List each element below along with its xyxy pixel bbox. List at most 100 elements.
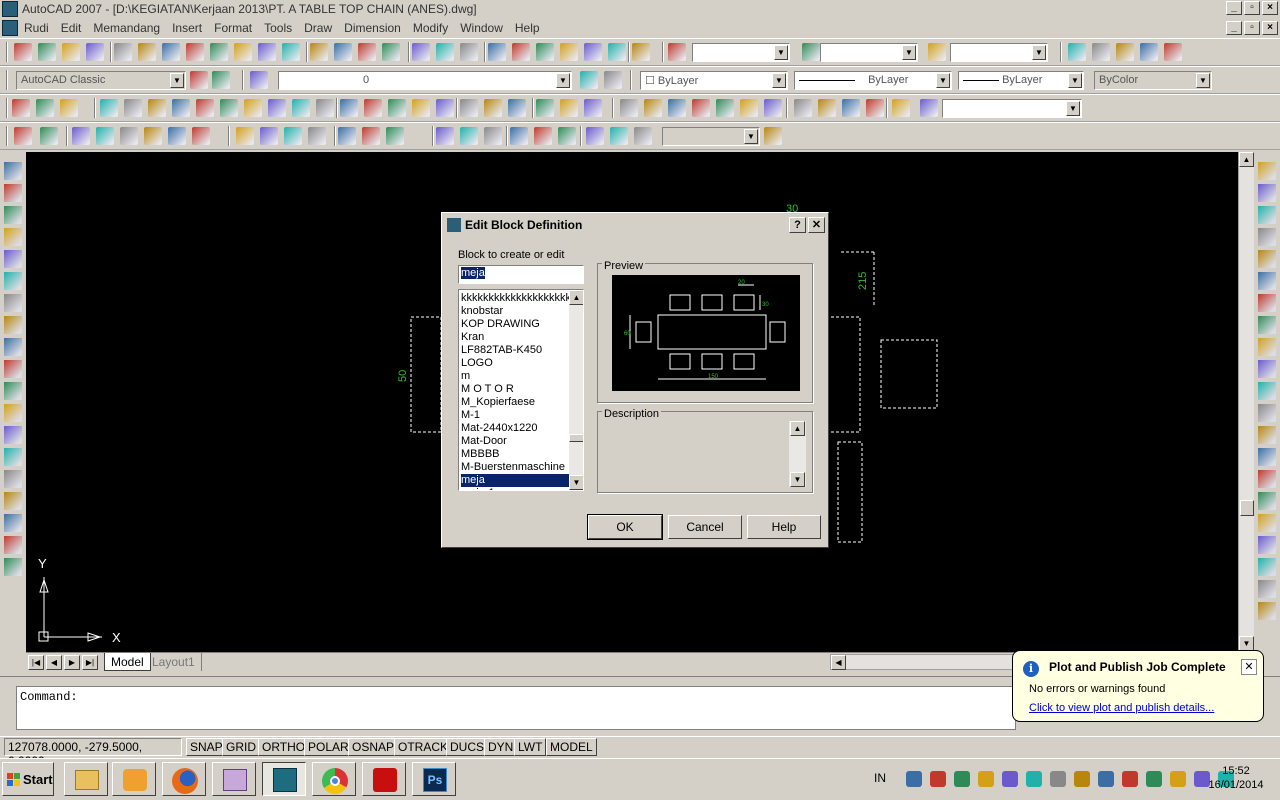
modeling-tool-icon-31[interactable] [620, 99, 638, 117]
menu-window[interactable]: Window [454, 21, 509, 35]
vertical-scrollbar[interactable]: ▲ ▼ [1238, 152, 1254, 652]
layers-tool-icon-3[interactable] [212, 71, 230, 89]
block-list-item[interactable]: kkkkkkkkkkkkkkkkkkkkk [461, 292, 569, 305]
modeling-tool-icon-4[interactable] [60, 99, 78, 117]
dimension-tool-icon-17[interactable] [338, 127, 356, 145]
modify-tool-icon-7[interactable] [1258, 294, 1276, 312]
menu-edit[interactable]: Edit [55, 21, 88, 35]
standard-tool-icon-42[interactable] [1164, 43, 1182, 61]
modeling-tool-icon-20[interactable] [412, 99, 430, 117]
dimension-tool-icon-15[interactable] [308, 127, 326, 145]
modify-tool-icon-6[interactable] [1258, 272, 1276, 290]
standard-tool-icon-30[interactable] [608, 43, 626, 61]
draw-tool-icon-11[interactable] [4, 382, 22, 400]
draw-tool-icon-16[interactable] [4, 492, 22, 510]
draw-tool-icon-14[interactable] [4, 448, 22, 466]
lineweight-dropdown[interactable]: ByLayer ▼ [958, 71, 1084, 90]
modify-tool-icon-10[interactable] [1258, 360, 1276, 378]
draw-tool-icon-1[interactable] [4, 162, 22, 180]
modify-tool-icon-11[interactable] [1258, 382, 1276, 400]
draw-tool-icon-10[interactable] [4, 360, 22, 378]
block-list-item[interactable]: meja-1 [461, 487, 569, 490]
modeling-tool-icon-17[interactable] [340, 99, 358, 117]
standard-tool-icon-28[interactable] [560, 43, 578, 61]
standard-tool-icon-3[interactable] [38, 43, 56, 61]
draw-tool-icon-9[interactable] [4, 338, 22, 356]
dialog-close-button[interactable]: ✕ [808, 217, 825, 233]
standard-tool-icon-27[interactable] [536, 43, 554, 61]
taskbar-chrome[interactable] [312, 762, 356, 796]
color-dropdown[interactable]: ☐ ByLayer ▼ [640, 71, 788, 90]
modeling-tool-icon-2[interactable] [12, 99, 30, 117]
standard-tool-icon-2[interactable] [14, 43, 32, 61]
balloon-close-button[interactable]: ✕ [1241, 659, 1257, 675]
standard-tool-icon-38[interactable] [1068, 43, 1086, 61]
draw-tool-icon-7[interactable] [4, 294, 22, 312]
block-list-item[interactable]: meja [461, 474, 569, 487]
standard-tool-icon-39[interactable] [1092, 43, 1110, 61]
modeling-tool-icon-35[interactable] [716, 99, 734, 117]
tray-icon-2[interactable] [930, 771, 946, 787]
tray-icon-4[interactable] [978, 771, 994, 787]
desc-scroll-down[interactable]: ▼ [790, 472, 805, 487]
coordinate-readout[interactable]: 127078.0000, -279.5000, 0.0000 [4, 738, 182, 768]
tray-icon-12[interactable] [1170, 771, 1186, 787]
taskbar-firefox[interactable] [162, 762, 206, 796]
modify-tool-icon-13[interactable] [1258, 426, 1276, 444]
layers-tool-icon-6[interactable] [580, 71, 598, 89]
polar-toggle[interactable]: POLAR [304, 738, 353, 756]
standard-tool-icon-34[interactable] [668, 43, 686, 61]
dimension-tool-icon-8[interactable] [144, 127, 162, 145]
modeling-tool-icon-6[interactable] [100, 99, 118, 117]
grid-toggle[interactable]: GRID [222, 738, 260, 756]
menu-modify[interactable]: Modify [407, 21, 454, 35]
dimension-tool-icon-18[interactable] [362, 127, 380, 145]
dimension-tool-icon-19[interactable] [386, 127, 404, 145]
taskbar-autocad[interactable] [262, 762, 306, 796]
named-ucs-dropdown[interactable]: ▼ [942, 99, 1082, 118]
tray-icon-9[interactable] [1098, 771, 1114, 787]
prev-tab-button[interactable]: ◀ [46, 655, 62, 670]
block-list-item[interactable]: M O T O R [461, 383, 569, 396]
standard-tool-icon-16[interactable] [310, 43, 328, 61]
standard-tool-icon-12[interactable] [234, 43, 252, 61]
modeling-tool-icon-32[interactable] [644, 99, 662, 117]
modeling-tool-icon-27[interactable] [536, 99, 554, 117]
modify-tool-icon-3[interactable] [1258, 206, 1276, 224]
dimension-tool-icon-26[interactable] [534, 127, 552, 145]
standard-tool-icon-8[interactable] [138, 43, 156, 61]
modeling-tool-icon-8[interactable] [148, 99, 166, 117]
draw-tool-icon-8[interactable] [4, 316, 22, 334]
taskbar-acrobat[interactable] [362, 762, 406, 796]
modify-tool-icon-9[interactable] [1258, 338, 1276, 356]
modify-tool-icon-4[interactable] [1258, 228, 1276, 246]
tab-model[interactable]: Model [104, 653, 151, 671]
tray-icon-3[interactable] [954, 771, 970, 787]
language-indicator[interactable]: IN [874, 771, 886, 785]
cancel-button[interactable]: Cancel [668, 515, 742, 539]
dimension-tool-icon-13[interactable] [260, 127, 278, 145]
dimension-tool-icon-6[interactable] [96, 127, 114, 145]
ok-button[interactable]: OK [587, 514, 663, 540]
block-list-item[interactable]: KOP DRAWING [461, 318, 569, 331]
modify-tool-icon-8[interactable] [1258, 316, 1276, 334]
minimize-button[interactable]: _ [1226, 1, 1242, 15]
standard-tool-icon-11[interactable] [210, 43, 228, 61]
tray-icon-8[interactable] [1074, 771, 1090, 787]
standard-tool-icon-13[interactable] [258, 43, 276, 61]
standard-tool-icon-36[interactable] [928, 43, 946, 61]
dimension-tool-icon-25[interactable] [510, 127, 528, 145]
dimension-tool-icon-7[interactable] [120, 127, 138, 145]
modify-tool-icon-5[interactable] [1258, 250, 1276, 268]
lwt-toggle[interactable]: LWT [514, 738, 547, 756]
dimension-tool-icon-29[interactable] [586, 127, 604, 145]
standard-tool-icon-25[interactable] [488, 43, 506, 61]
draw-tool-icon-5[interactable] [4, 250, 22, 268]
tray-icon-10[interactable] [1122, 771, 1138, 787]
close-button[interactable]: × [1262, 1, 1278, 15]
tray-icon-5[interactable] [1002, 771, 1018, 787]
scroll-left-arrow[interactable]: ◀ [831, 655, 846, 670]
modeling-tool-icon-11[interactable] [220, 99, 238, 117]
modeling-tool-icon-18[interactable] [364, 99, 382, 117]
scroll-down-arrow[interactable]: ▼ [1239, 636, 1254, 651]
